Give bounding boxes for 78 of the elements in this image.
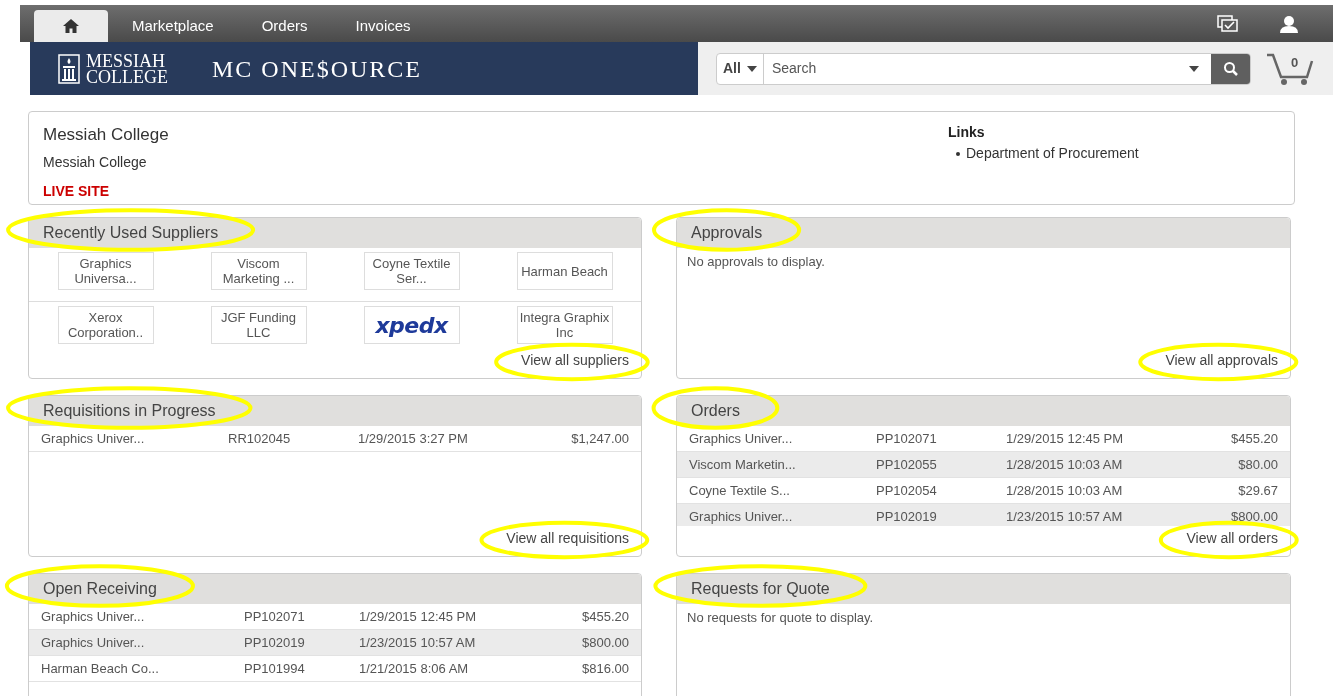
table-cell-text: Graphics Univer... [689,507,794,526]
table-cell-text: 1/29/2015 3:27 PM [358,429,469,448]
supplier-name: Xerox Corporation.. [66,310,145,340]
table-cell-text: 1/23/2015 10:57 AM [1006,507,1124,526]
table-cell-text: 1/29/2015 12:45 PM [359,607,478,626]
table-cell-text: PP102019 [244,633,306,652]
table-cell-text: $455.20 [1231,429,1278,448]
table-cell-text: PP102055 [876,455,938,474]
table-cell-text: 1/23/2015 10:57 AM [359,633,477,652]
procurement-link[interactable]: Department of Procurement [966,143,1139,164]
supplier-name: Coyne Textile Ser... [371,256,452,286]
nav-tab[interactable]: Invoices [331,10,435,42]
caret-icon [746,65,757,72]
home-icon [62,18,80,34]
links-heading: Links [948,123,986,142]
college-seal-icon [58,53,80,84]
approvals-icon[interactable] [1217,14,1239,33]
nav-tab[interactable]: Orders [237,10,332,42]
bullet-icon [956,151,960,156]
panel-title: Orders [691,402,740,419]
college-name: COLLEGE [86,68,168,85]
table-cell-text: 1/29/2015 12:45 PM [1006,429,1125,448]
table-cell-text: Graphics Univer... [41,633,146,652]
search-icon [1222,60,1239,77]
table-cell-text: Graphics Univer... [689,429,794,448]
table-cell-text: 1/28/2015 10:03 AM [1006,455,1124,474]
table-cell-text: PP102071 [876,429,938,448]
table-cell-text: Graphics Univer... [41,607,146,626]
table-cell-text: PP101994 [244,659,306,678]
table-cell-text: RR102045 [228,429,292,448]
table-cell-text: $800.00 [1231,507,1278,526]
supplier-name: Viscom Marketing ... [221,256,296,286]
user-icon[interactable] [1279,14,1299,33]
table-cell-text: Graphics Univer... [41,429,146,448]
supplier-name: JGF Funding LLC [219,310,298,340]
table-cell-text: Viscom Marketin... [689,455,797,474]
supplier-name: Graphics Universa... [73,256,138,286]
cart-count: 0 [1291,53,1299,72]
supplier-tile[interactable]: Viscom Marketing ... [210,252,307,290]
college-name: MESSIAH [86,52,165,69]
table-cell-text: $455.20 [582,607,629,626]
table-cell-text: $816.00 [582,659,629,678]
empty-message: No approvals to display. [686,253,826,271]
table-cell-text: $800.00 [582,633,629,652]
empty-message: No requests for quote to display. [686,609,875,627]
caret-icon[interactable] [1189,65,1199,72]
table-cell-text: $1,247.00 [571,429,629,448]
supplier-name: Harman Beach [521,263,608,279]
supplier-tile[interactable]: xpedx [363,306,460,344]
table-cell-text: Coyne Textile S... [689,481,791,500]
table-cell-text: PP102054 [876,481,938,500]
table-cell-text: $29.67 [1238,481,1278,500]
table-cell-text: 1/28/2015 10:03 AM [1006,481,1124,500]
supplier-tile[interactable]: Coyne Textile Ser... [363,252,460,290]
table-cell-text: Harman Beach Co... [41,659,160,678]
supplier-tile[interactable]: Harman Beach [516,252,613,290]
panel-title: Requests for Quote [691,580,830,597]
panel-title: Recently Used Suppliers [43,224,219,241]
site-status: LIVE SITE [43,181,111,201]
supplier-tile[interactable]: Xerox Corporation.. [57,306,154,344]
supplier-tile[interactable]: Graphics Universa... [57,252,154,290]
table-cell-text: $80.00 [1238,455,1278,474]
table-cell-text: PP102019 [876,507,938,526]
table-cell-text: 1/21/2015 8:06 AM [359,659,470,678]
org-subtitle: Messiah College [43,152,148,172]
panel-title: Open Receiving [43,580,157,597]
table-cell-text: PP102071 [244,607,306,626]
app-name: MC ONE$OURCE [212,54,422,84]
home-tab[interactable] [34,10,108,42]
panel-title: Approvals [691,224,763,241]
supplier-tile[interactable]: JGF Funding LLC [210,306,307,344]
search-button[interactable] [1211,53,1250,84]
search-field[interactable]: All Search [716,52,1251,85]
panel-title: Requisitions in Progress [43,402,216,419]
cart-button[interactable]: 0 [1265,50,1315,87]
org-title: Messiah College [43,124,170,146]
scope-dropdown[interactable]: All [717,53,764,84]
nav-tab[interactable]: Marketplace [108,10,238,42]
